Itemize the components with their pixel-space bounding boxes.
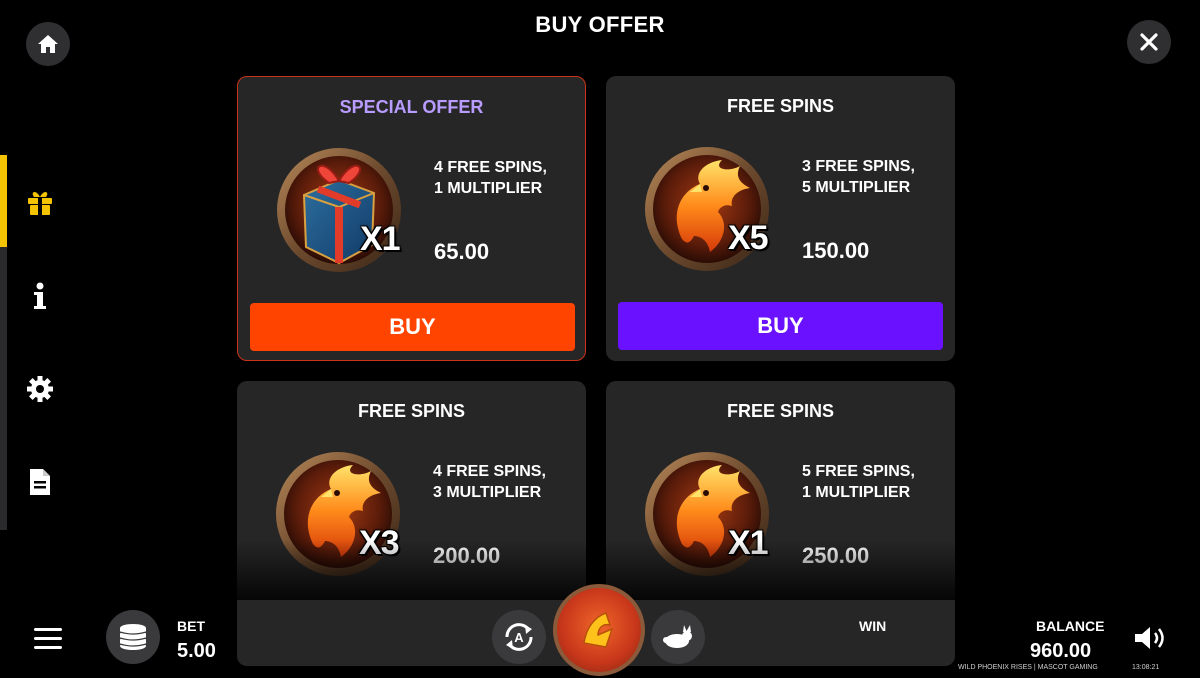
offer-title: SPECIAL OFFER xyxy=(339,97,484,117)
close-icon xyxy=(1140,33,1158,51)
offer-price: 200.00 xyxy=(433,543,501,568)
document-icon xyxy=(30,469,50,495)
offer-description: 4 FREE SPINS, 3 MULTIPLIER xyxy=(433,461,546,503)
multiplier-badge: X3 xyxy=(359,524,400,562)
multiplier-badge: X1 xyxy=(728,524,769,562)
gift-icon xyxy=(28,192,52,215)
spin-button[interactable] xyxy=(553,584,645,676)
sidebar-item-offers[interactable] xyxy=(22,184,58,220)
offer-line-1: 4 FREE SPINS, xyxy=(433,463,546,480)
multiplier-badge: X1 xyxy=(360,220,401,258)
autoplay-icon: A xyxy=(505,623,533,651)
bet-label: BET xyxy=(177,618,205,634)
rabbit-icon xyxy=(663,625,692,648)
sidebar-active-indicator xyxy=(0,155,7,247)
offer-description: 5 FREE SPINS, 1 MULTIPLIER xyxy=(802,461,915,503)
clock: 13:08:21 xyxy=(1132,664,1160,671)
menu-button[interactable] xyxy=(34,628,62,650)
game-credits: WILD PHOENIX RISES | MASCOT GAMING xyxy=(958,664,1098,671)
sound-button[interactable] xyxy=(1132,624,1168,652)
offer-title: FREE SPINS xyxy=(726,401,835,421)
info-icon xyxy=(34,282,46,309)
offer-price: 250.00 xyxy=(802,543,870,568)
offer-card-special[interactable]: SPECIAL OFFER X1 4 FREE SPINS, 1 MULTIPL… xyxy=(237,76,586,361)
sidebar-item-info[interactable] xyxy=(22,278,58,314)
offer-line-1: 3 FREE SPINS, xyxy=(802,158,915,175)
sidebar-item-settings[interactable] xyxy=(22,371,58,407)
sidebar-item-paytable[interactable] xyxy=(22,464,58,500)
offer-line-2: 5 MULTIPLIER xyxy=(802,179,911,196)
offer-description: 3 FREE SPINS, 5 MULTIPLIER xyxy=(802,156,915,198)
offer-description: 4 FREE SPINS, 1 MULTIPLIER xyxy=(434,157,547,199)
offer-line-2: 1 MULTIPLIER xyxy=(434,180,543,197)
offer-card-x5[interactable]: FREE SPINS X5 3 FREE SPINS, 5 MULTIPLIER… xyxy=(606,76,955,361)
close-button[interactable] xyxy=(1127,20,1171,64)
home-button[interactable] xyxy=(26,22,70,66)
page-title: BUY OFFER xyxy=(535,12,665,37)
speaker-icon xyxy=(1135,627,1164,649)
home-icon xyxy=(38,35,58,53)
offer-price: 150.00 xyxy=(802,238,870,263)
offer-title: FREE SPINS xyxy=(726,96,835,116)
balance-label: BALANCE xyxy=(1036,618,1105,634)
buy-button[interactable]: BUY xyxy=(250,303,575,351)
offer-title: FREE SPINS xyxy=(357,401,466,421)
offer-line-2: 1 MULTIPLIER xyxy=(802,484,911,501)
autoplay-button[interactable]: A xyxy=(492,610,546,664)
hamburger-icon xyxy=(34,628,62,631)
offer-line-2: 3 MULTIPLIER xyxy=(433,484,542,501)
coins-icon xyxy=(119,624,147,650)
offer-line-1: 5 FREE SPINS, xyxy=(802,463,915,480)
gear-icon xyxy=(27,376,53,402)
turbo-button[interactable] xyxy=(651,610,705,664)
buy-button[interactable]: BUY xyxy=(618,302,943,350)
offer-line-1: 4 FREE SPINS, xyxy=(434,159,547,176)
bet-value: 5.00 xyxy=(177,640,216,662)
win-label: WIN xyxy=(859,618,887,634)
bet-button[interactable] xyxy=(106,610,160,664)
svg-text:A: A xyxy=(514,630,524,645)
multiplier-badge: X5 xyxy=(728,219,769,257)
balance-value: 960.00 xyxy=(1030,640,1092,662)
offer-price: 65.00 xyxy=(434,239,490,264)
spin-icon xyxy=(583,612,614,648)
